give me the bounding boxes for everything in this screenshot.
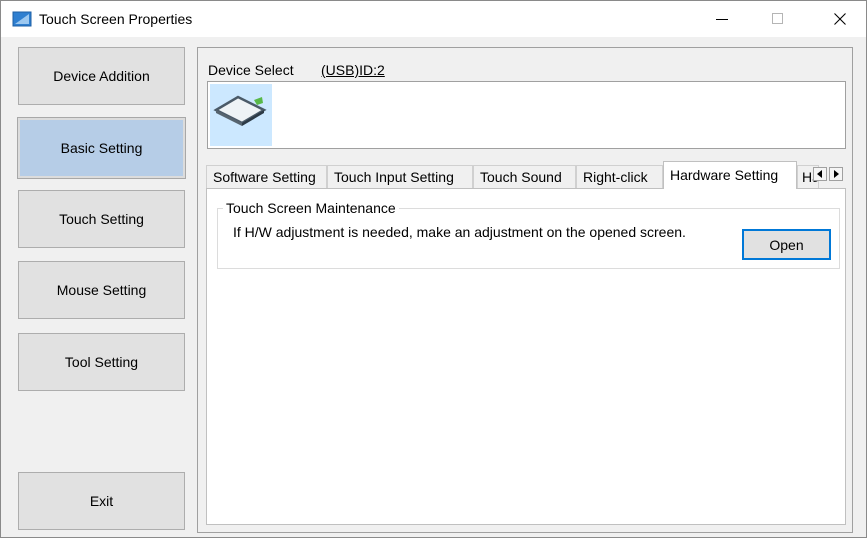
basic-setting-button[interactable]: Basic Setting [17,117,186,179]
tab-scroll-left-button[interactable] [813,167,827,181]
touch-setting-button[interactable]: Touch Setting [18,190,185,248]
tab-touch-input-setting[interactable]: Touch Input Setting [327,165,473,188]
minimize-button[interactable] [699,1,745,37]
arrow-left-icon [817,170,822,178]
touch-screen-device-icon [213,95,267,126]
arrow-right-icon [834,170,839,178]
maximize-icon [772,13,783,24]
window-title: Touch Screen Properties [39,11,193,27]
title-bar: Touch Screen Properties [1,1,866,37]
tab-scroll-right-button[interactable] [829,167,843,181]
tab-software-setting-label: Software Setting [213,169,316,185]
device-select-value[interactable]: (USB)ID:2 [321,62,385,78]
minimize-icon [716,19,728,20]
basic-setting-label: Basic Setting [60,140,143,156]
tool-setting-button[interactable]: Tool Setting [18,333,185,391]
exit-button[interactable]: Exit [18,472,185,530]
mouse-setting-label: Mouse Setting [56,282,147,298]
group-title: Touch Screen Maintenance [223,200,399,216]
touch-setting-label: Touch Setting [59,211,144,227]
touch-screen-app-icon [12,11,32,27]
close-icon [834,13,846,25]
close-button[interactable] [817,1,863,37]
tab-touch-input-setting-label: Touch Input Setting [334,169,454,185]
tab-hardware-setting[interactable]: Hardware Setting [663,161,797,189]
tab-hardware-setting-label: Hardware Setting [670,167,779,183]
maximize-button[interactable] [755,1,801,37]
device-list[interactable] [207,81,846,149]
properties-window: Touch Screen Properties Device Addition … [0,0,867,538]
exit-label: Exit [89,493,114,509]
device-addition-label: Device Addition [53,68,150,84]
mouse-setting-button[interactable]: Mouse Setting [18,261,185,319]
tab-software-setting[interactable]: Software Setting [206,165,327,188]
device-select-label: Device Select [208,62,294,78]
adjustment-message: If H/W adjustment is needed, make an adj… [233,224,686,240]
tool-setting-label: Tool Setting [64,354,139,370]
tab-right-click[interactable]: Right-click [576,165,663,188]
tab-touch-sound[interactable]: Touch Sound [473,165,576,188]
open-button-label: Open [769,236,804,253]
open-button[interactable]: Open [742,229,831,260]
device-addition-button[interactable]: Device Addition [18,47,185,105]
tab-touch-sound-label: Touch Sound [480,169,562,185]
device-item[interactable] [210,84,272,146]
settings-tabstrip: Software Setting Touch Input Setting Tou… [206,161,846,189]
tab-right-click-label: Right-click [583,169,648,185]
